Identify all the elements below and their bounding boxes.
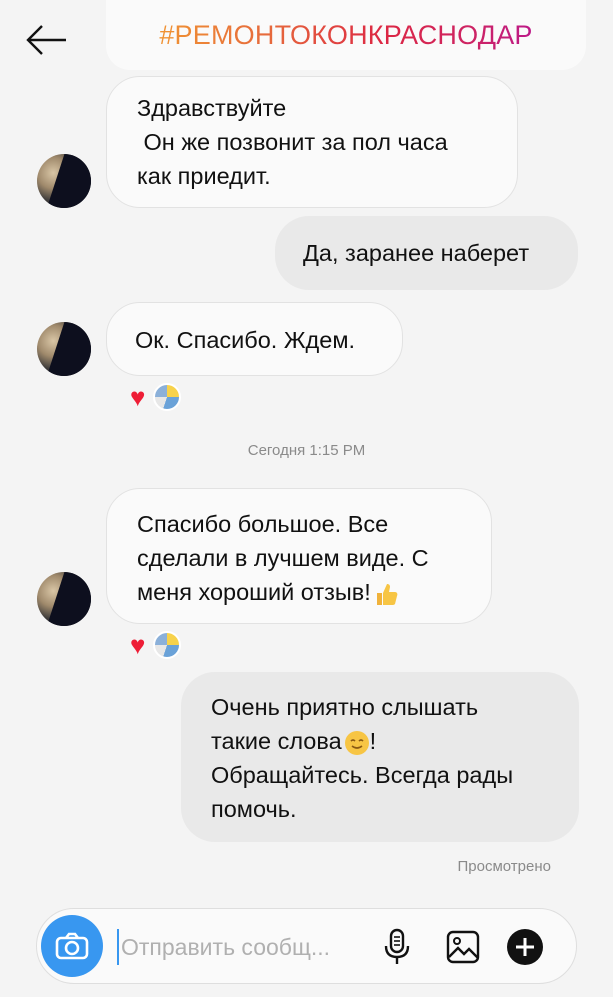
reactor-avatar xyxy=(153,631,182,659)
message-line: Спасибо большое. Все xyxy=(137,511,389,537)
heart-icon: ♥ xyxy=(130,382,146,412)
message-reactions[interactable]: ♥ xyxy=(130,630,182,660)
message-line: Да, заранее наберет xyxy=(303,240,530,266)
plus-button[interactable] xyxy=(505,927,545,967)
avatar[interactable] xyxy=(37,322,91,376)
heart-icon: ♥ xyxy=(130,630,146,660)
message-line: Очень приятно слышать xyxy=(211,694,479,720)
message-line: Ок. Спасибо. Ждем. xyxy=(135,327,356,353)
reactor-avatar xyxy=(153,383,182,411)
arrow-left-icon xyxy=(26,25,66,55)
message-bubble-incoming[interactable]: Спасибо большое. Все сделали в лучшем ви… xyxy=(106,488,492,624)
microphone-icon xyxy=(384,928,410,964)
message-line: помочь. xyxy=(211,796,297,822)
message-bubble-outgoing[interactable]: Очень приятно слышать такие слова ! Обра… xyxy=(181,672,579,842)
avatar[interactable] xyxy=(37,572,91,626)
camera-icon xyxy=(55,932,89,960)
chat-header: #РЕМОНТОКОНКРАСНОДАР xyxy=(0,0,613,80)
timestamp: Сегодня 1:15 PM xyxy=(247,442,366,459)
message-line-trailer: ! xyxy=(369,728,377,754)
smiling-face-icon xyxy=(344,730,369,755)
message-composer xyxy=(36,908,577,984)
message-line-text: такие слова xyxy=(211,728,342,754)
message-line: Здравствуйте xyxy=(137,95,287,121)
microphone-button[interactable] xyxy=(377,927,417,967)
message-bubble-outgoing[interactable]: Да, заранее наберет xyxy=(275,216,578,290)
message-line: как приедит. xyxy=(137,163,271,189)
seen-status: Просмотрено xyxy=(457,858,551,875)
chat-title: #РЕМОНТОКОНКРАСНОДАР xyxy=(159,19,533,50)
back-button[interactable] xyxy=(22,20,70,60)
message-bubble-incoming[interactable]: Здравствуйте Он же позвонит за пол часа … xyxy=(106,76,518,208)
message-line: сделали в лучшем виде. С xyxy=(137,545,429,571)
message-line: меня хороший отзыв! xyxy=(137,575,491,609)
message-reactions[interactable]: ♥ xyxy=(130,382,182,412)
thumbs-up-icon xyxy=(376,583,398,605)
message-line: Обращайтесь. Всегда рады xyxy=(211,762,514,788)
chat-title-pill[interactable]: #РЕМОНТОКОНКРАСНОДАР xyxy=(106,0,586,70)
message-input[interactable] xyxy=(117,929,367,965)
gallery-icon xyxy=(446,930,480,964)
camera-button[interactable] xyxy=(41,915,103,977)
message-line: такие слова ! xyxy=(211,724,579,758)
avatar[interactable] xyxy=(37,154,91,208)
message-line-text: меня хороший отзыв! xyxy=(137,579,371,605)
message-line: Он же позвонит за пол часа xyxy=(137,129,448,155)
gallery-button[interactable] xyxy=(443,927,483,967)
message-bubble-incoming[interactable]: Ок. Спасибо. Ждем. xyxy=(106,302,403,376)
plus-icon xyxy=(507,929,543,965)
